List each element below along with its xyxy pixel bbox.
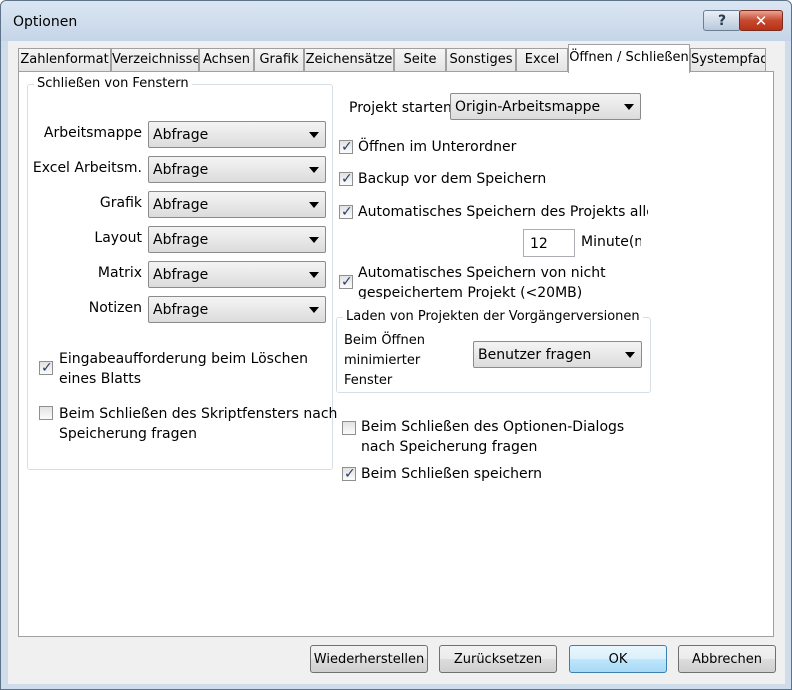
check-icon: ✓ [41,360,53,376]
title-bar[interactable]: Optionen ? ✕ [1,1,791,41]
options-dialog: Optionen ? ✕ Zahlenformat Verzeichnisse … [0,0,792,690]
tab-seite[interactable]: Seite [394,48,446,72]
checkbox-autosave-unsaved[interactable]: ✓ [339,274,353,290]
checkbox-save-on-close[interactable]: ✓ [342,466,356,482]
chevron-down-icon [625,352,635,358]
tab-zahlenformat[interactable]: Zahlenformat [18,48,111,72]
label-arbeitsmappe: Arbeitsmappe [43,125,142,141]
label-ask-save-script-window-2: Speicherung fragen [59,426,197,442]
legacy-projects-group: Laden von Projekten der Vorgängerversion… [336,309,651,393]
label-matrix: Matrix [97,265,142,281]
label-confirm-delete-sheet-2: eines Blatts [59,371,142,387]
label-save-on-close: Beim Schließen speichern [361,466,543,482]
label-legacy-3: Fenster [344,373,393,388]
combo-project-start-value: Origin-Arbeitsmappe [455,99,601,115]
tab-zeichensaetze[interactable]: Zeichensätze [304,48,394,72]
combo-arbeitsmappe-value: Abfrage [153,127,209,143]
tab-panel: Schließen von Fenstern Arbeitsmappe Abfr… [18,71,774,637]
tab-sonstiges[interactable]: Sonstiges [446,48,516,72]
tab-excel[interactable]: Excel [516,48,568,72]
combo-layout-value: Abfrage [153,232,209,248]
tab-strip: Zahlenformat Verzeichnisse Achsen Grafik… [18,44,778,73]
label-notizen: Notizen [88,300,142,316]
label-project-start: Projekt starten [349,100,452,116]
combo-layout[interactable]: Abfrage [148,226,326,253]
label-open-in-subfolder: Öffnen im Unterordner [358,139,517,155]
autosave-unsaved-label-clip: Automatisches Speichern von nicht gespei… [358,263,648,299]
chevron-down-icon [309,202,319,208]
label-ask-save-on-close-2: nach Speicherung fragen [361,439,538,455]
label-autosave-unsaved-1: Automatisches Speichern von nicht [358,265,606,281]
combo-matrix-value: Abfrage [153,267,209,283]
label-legacy-1: Beim Öffnen [344,333,425,348]
combo-legacy-minimized[interactable]: Benutzer fragen [473,341,642,368]
check-icon: ✓ [341,204,353,220]
cancel-button[interactable]: Abbrechen [678,645,776,673]
label-autosave-project: Automatisches Speichern des Projekts all… [358,204,648,220]
combo-grafik-value: Abfrage [153,197,209,213]
label-backup-before-save: Backup vor dem Speichern [358,171,547,187]
dialog-client-area: Zahlenformat Verzeichnisse Achsen Grafik… [8,41,785,684]
chevron-down-icon [309,132,319,138]
combo-notizen-value: Abfrage [153,302,209,318]
legacy-label-clip: Beim Öffnen minimierter Fenster [344,331,459,390]
chevron-down-icon [309,237,319,243]
combo-grafik[interactable]: Abfrage [148,191,326,218]
legacy-projects-group-title: Laden von Projekten der Vorgängerversion… [343,309,643,324]
combo-notizen[interactable]: Abfrage [148,296,326,323]
combo-excel-arbeitsmappe-value: Abfrage [153,162,209,178]
tab-systempfad[interactable]: Systempfad [690,48,766,72]
chevron-down-icon [624,104,634,110]
checkbox-backup-before-save[interactable]: ✓ [339,171,353,187]
close-windows-group-title: Schließen von Fenstern [34,76,192,91]
tab-achsen[interactable]: Achsen [199,48,254,72]
label-layout: Layout [94,230,142,246]
autosave-interval-value: 12 [530,236,548,252]
combo-project-start[interactable]: Origin-Arbeitsmappe [450,93,641,120]
label-ask-save-script-window-1: Beim Schließen des Skriptfensters nach [59,406,338,422]
checkbox-ask-save-script-window[interactable] [39,406,53,420]
tab-oeffnen-schliessen[interactable]: Öffnen / Schließen [568,44,690,73]
help-icon: ? [717,12,727,29]
checkbox-confirm-delete-sheet[interactable]: ✓ [39,360,53,376]
help-button[interactable]: ? [703,10,741,31]
label-grafik: Grafik [99,195,142,211]
combo-matrix[interactable]: Abfrage [148,261,326,288]
combo-legacy-minimized-value: Benutzer fragen [478,347,592,363]
checkbox-open-in-subfolder[interactable]: ✓ [339,139,353,155]
checkbox-autosave-project[interactable]: ✓ [339,204,353,220]
checkbox-ask-save-on-close[interactable] [342,421,356,435]
chevron-down-icon [309,272,319,278]
window-title: Optionen [13,14,78,30]
tab-verzeichnisse[interactable]: Verzeichnisse [111,48,199,72]
label-confirm-delete-sheet-1: Eingabeaufforderung beim Löschen [59,351,309,367]
check-icon: ✓ [344,466,356,482]
combo-arbeitsmappe[interactable]: Abfrage [148,121,326,148]
close-button[interactable]: ✕ [739,10,783,31]
label-autosave-unsaved-2: gespeichertem Projekt (<20MB) [358,285,583,299]
label-ask-save-on-close-1: Beim Schließen des Optionen-Dialogs [361,419,625,435]
chevron-down-icon [309,167,319,173]
label-legacy-2: minimierter [344,353,421,368]
close-windows-group: Schließen von Fenstern Arbeitsmappe Abfr… [27,76,337,470]
check-icon: ✓ [341,139,353,155]
label-excel-arbeitsmappe: Excel Arbeitsm. [32,160,142,176]
combo-excel-arbeitsmappe[interactable]: Abfrage [148,156,326,183]
check-icon: ✓ [341,171,353,187]
ok-button[interactable]: OK [569,645,667,673]
reset-button[interactable]: Zurücksetzen [439,645,557,673]
chevron-down-icon [309,307,319,313]
close-icon: ✕ [754,11,768,30]
check-icon: ✓ [341,274,353,290]
autosave-interval-input[interactable]: 12 [523,229,575,257]
label-autosave-unit: Minute(n) [581,234,641,250]
tab-grafik[interactable]: Grafik [254,48,304,72]
restore-button[interactable]: Wiederherstellen [310,645,428,673]
